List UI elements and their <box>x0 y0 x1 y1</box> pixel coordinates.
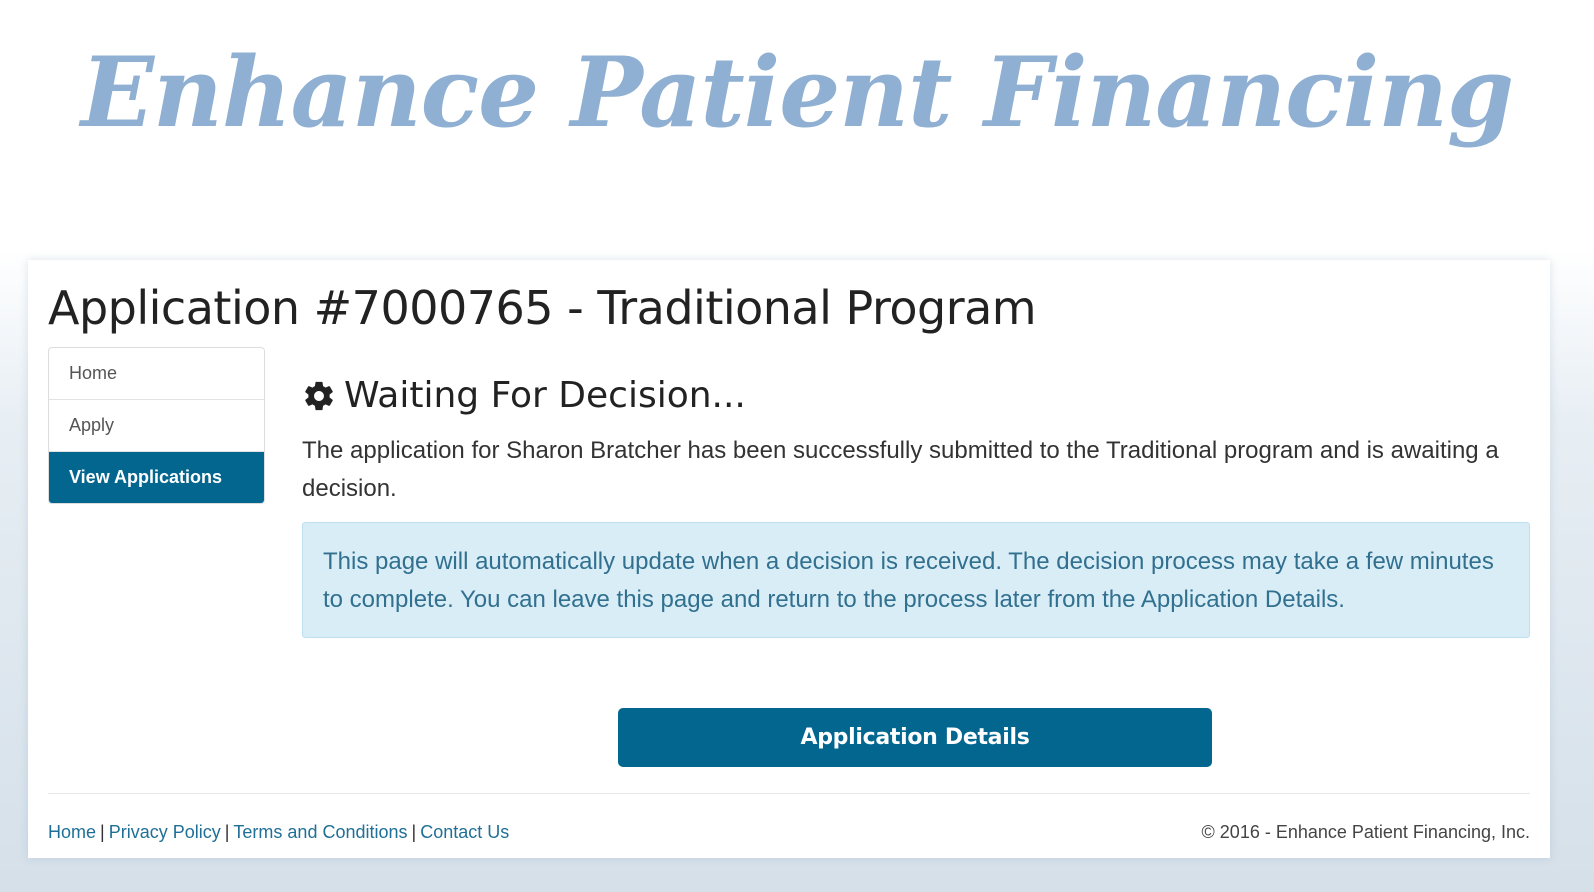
main-content: Waiting For Decision... The application … <box>302 370 1530 638</box>
copyright-text: © 2016 - Enhance Patient Financing, Inc. <box>1201 822 1530 842</box>
gear-icon <box>305 381 333 411</box>
footer-link-privacy-policy[interactable]: Privacy Policy <box>109 822 221 842</box>
footer-divider <box>48 793 1530 794</box>
page-title: Application #7000765 - Traditional Progr… <box>48 281 1037 335</box>
status-message: The application for Sharon Bratcher has … <box>302 437 1499 502</box>
sidebar-item-apply[interactable]: Apply <box>49 400 264 452</box>
brand-logo: Enhance Patient Financing <box>80 36 1514 149</box>
sidebar-nav: Home Apply View Applications <box>48 347 265 504</box>
footer-separator: | <box>411 822 417 842</box>
footer-link-contact-us[interactable]: Contact Us <box>420 822 509 842</box>
application-details-button[interactable]: Application Details <box>618 708 1212 767</box>
status-heading-text: Waiting For Decision... <box>344 375 746 416</box>
footer-link-home[interactable]: Home <box>48 822 96 842</box>
content-card: Application #7000765 - Traditional Progr… <box>28 260 1550 858</box>
footer-links: Home | Privacy Policy | Terms and Conditions… <box>48 820 509 844</box>
info-alert: This page will automatically update when… <box>302 522 1530 638</box>
status-heading: Waiting For Decision... <box>302 370 1530 422</box>
sidebar-item-view-applications[interactable]: View Applications <box>49 452 264 503</box>
footer-separator: | <box>224 822 230 842</box>
sidebar-item-home[interactable]: Home <box>49 348 264 400</box>
footer-link-terms-and-conditions[interactable]: Terms and Conditions <box>233 822 407 842</box>
footer-separator: | <box>100 822 105 842</box>
